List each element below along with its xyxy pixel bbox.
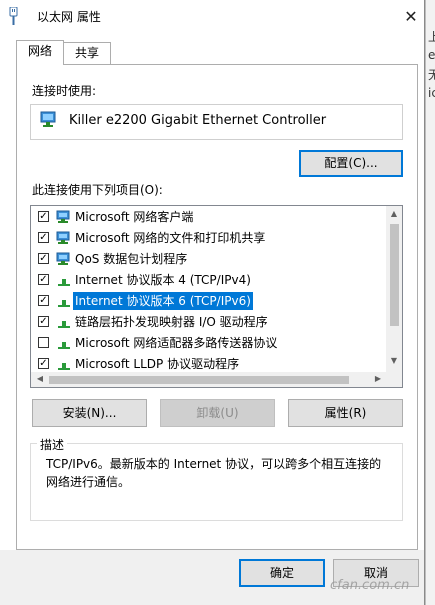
ethernet-plug-icon [9,7,18,25]
vertical-scroll-thumb[interactable] [390,224,399,326]
checkbox[interactable]: ✓ [38,316,49,327]
scroll-up-icon[interactable]: ▲ [386,209,402,218]
uninstall-button[interactable]: 卸载(U) [160,399,275,427]
list-item-label: QoS 数据包计划程序 [75,252,188,266]
window-title: 以太网 属性 [37,10,101,24]
list-item[interactable]: Microsoft 网络适配器多路传送器协议 [31,333,386,354]
background-text: e [428,48,435,62]
protocol-icon [58,321,70,328]
ok-button-label: 确定 [269,566,294,580]
description-legend: 描述 [37,436,68,453]
checkbox[interactable]: ✓ [38,211,49,222]
list-item[interactable]: ✓ QoS 数据包计划程序 [31,249,386,270]
list-item-label: Microsoft LLDP 协议驱动程序 [75,357,240,371]
title-bar[interactable]: 以太网 属性 ✕ [0,0,424,32]
checkbox[interactable]: ✓ [38,253,49,264]
list-item[interactable]: ✓ Microsoft 网络的文件和打印机共享 [31,228,386,249]
items-label: 此连接使用下列项目(O): [32,183,163,197]
adapter-name: Killer e2200 Gigabit Ethernet Controller [69,113,327,128]
configure-button-label: 配置(C)... [324,156,378,170]
background-text: 上 [428,28,435,45]
tab-sharing-label: 共享 [74,46,99,60]
checkbox[interactable]: ✓ [38,295,49,306]
components-list[interactable]: ✓ Microsoft 网络客户端 ✓ Microsoft 网络的文件和打印机共… [30,205,403,388]
configure-button[interactable]: 配置(C)... [299,150,403,177]
ok-button[interactable]: 确定 [239,559,325,587]
protocol-icon [58,300,70,307]
list-item-label: 链路层拓扑发现映射器 I/O 驱动程序 [75,315,268,329]
list-item-label: Internet 协议版本 6 (TCP/IPv6) [73,292,253,310]
checkbox[interactable]: ✓ [38,232,49,243]
protocol-icon [58,363,70,370]
adapter-box: Killer e2200 Gigabit Ethernet Controller [30,104,403,140]
close-button[interactable]: ✕ [396,2,426,30]
list-item-label: Internet 协议版本 4 (TCP/IPv4) [75,273,251,287]
file-printer-sharing-icon [56,231,70,244]
checkbox[interactable] [38,337,49,348]
horizontal-scroll-thumb[interactable] [49,376,349,384]
connect-using-label: 连接时使用: [32,84,97,98]
properties-button-label: 属性(R) [324,406,367,420]
tab-sharing[interactable]: 共享 [63,42,111,64]
install-button-label: 安装(N)... [62,406,117,420]
list-item-label: Microsoft 网络的文件和打印机共享 [75,231,266,245]
ethernet-properties-dialog: 以太网 属性 ✕ 网络 共享 连接时使用: Killer e2200 Gigab… [0,0,425,605]
list-item[interactable]: ✓ 链路层拓扑发现映射器 I/O 驱动程序 [31,312,386,333]
description-text: TCP/IPv6。最新版本的 Internet 协议，可以跨多个相互连接的网络进… [46,457,382,489]
background-window-edge: 上 e 无 ic [425,0,435,605]
uninstall-button-label: 卸载(U) [196,406,239,420]
protocol-icon [58,279,70,286]
background-text: 无 [428,66,435,83]
tab-network-label: 网络 [27,44,52,58]
scroll-left-icon[interactable]: ◀ [32,374,48,383]
scroll-right-icon[interactable]: ▶ [370,374,386,383]
scroll-down-icon[interactable]: ▼ [386,356,402,365]
checkbox[interactable]: ✓ [38,358,49,369]
list-item-selected[interactable]: ✓ Internet 协议版本 6 (TCP/IPv6) [31,291,386,312]
list-item-label: Microsoft 网络客户端 [75,210,194,224]
watermark: cfan.com.cn [330,578,410,593]
list-item-label: Microsoft 网络适配器多路传送器协议 [75,336,278,350]
protocol-icon [58,342,70,349]
checkbox[interactable]: ✓ [38,274,49,285]
list-item[interactable]: ✓ Microsoft 网络客户端 [31,207,386,228]
close-icon: ✕ [404,6,418,26]
network-client-icon [56,210,70,223]
background-text: ic [428,86,435,100]
properties-button[interactable]: 属性(R) [288,399,403,427]
network-adapter-icon [40,111,56,127]
list-item[interactable]: ✓ Internet 协议版本 4 (TCP/IPv4) [31,270,386,291]
qos-scheduler-icon [56,252,70,265]
tab-network[interactable]: 网络 [16,40,64,65]
install-button[interactable]: 安装(N)... [32,399,147,427]
